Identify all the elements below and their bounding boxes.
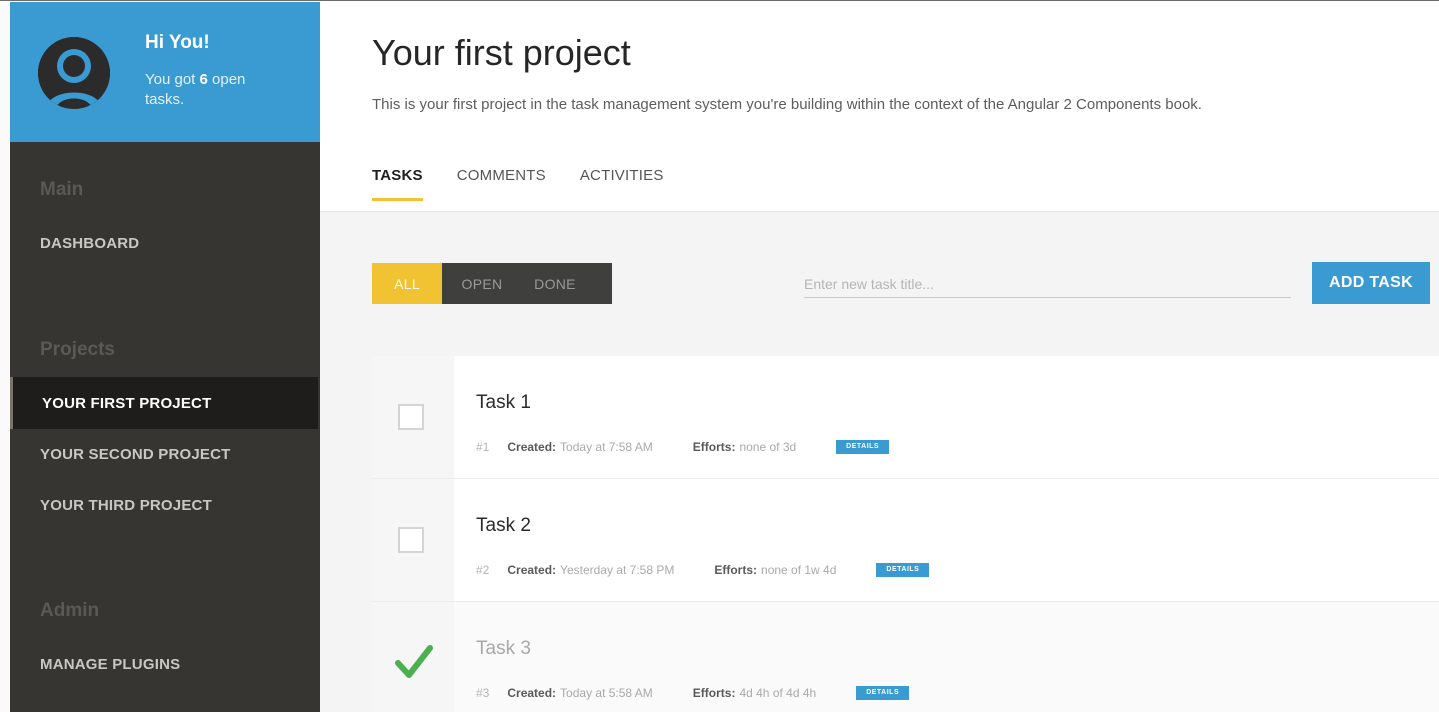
section-title-admin: Admin xyxy=(40,600,100,621)
filter-done-button[interactable]: DONE xyxy=(522,263,612,304)
nav-item-manage-plugins[interactable]: MANAGE PLUGINS xyxy=(10,638,318,690)
section-title-main: Main xyxy=(40,179,84,200)
task-check-cell xyxy=(372,479,454,601)
tab-tasks[interactable]: TASKS xyxy=(372,167,423,201)
project-description: This is your first project in the task m… xyxy=(372,96,1202,113)
efforts-value: 4d 4h of 4d 4h xyxy=(739,686,817,700)
project-header: Your first project This is your first pr… xyxy=(320,2,1439,212)
created-value: Today at 7:58 AM xyxy=(560,440,653,454)
task-check-cell xyxy=(372,356,454,478)
task-title: Task 1 xyxy=(476,392,531,413)
efforts-label: Efforts: xyxy=(692,440,736,454)
section-title-projects: Projects xyxy=(40,339,115,360)
main-content: Your first project This is your first pr… xyxy=(320,2,1439,712)
task-title: Task 3 xyxy=(476,638,531,659)
nav-item-your-first-project[interactable]: YOUR FIRST PROJECT xyxy=(10,377,318,429)
created-value: Today at 5:58 AM xyxy=(560,686,653,700)
task-title: Task 2 xyxy=(476,515,531,536)
task-check-cell xyxy=(372,602,454,712)
created-value: Yesterday at 7:58 PM xyxy=(560,563,675,577)
task-list: Task 1 #1 Created: Today at 7:58 AM Effo… xyxy=(372,356,1439,712)
tab-activities[interactable]: ACTIVITIES xyxy=(580,167,664,201)
details-button[interactable]: DETAILS xyxy=(856,686,910,700)
nav-item-your-third-project[interactable]: YOUR THIRD PROJECT xyxy=(10,479,318,531)
efforts-label: Efforts: xyxy=(692,686,736,700)
user-profile: Hi You! You got 6 open tasks. xyxy=(10,2,320,142)
filter-open-button[interactable]: OPEN xyxy=(442,263,522,304)
greeting-text: Hi You! xyxy=(145,32,210,53)
task-body: Task 3 #3 Created: Today at 5:58 AM Effo… xyxy=(454,602,1439,712)
efforts-label: Efforts: xyxy=(714,563,758,577)
efforts-value: none of 1w 4d xyxy=(761,563,837,577)
task-body: Task 2 #2 Created: Yesterday at 7:58 PM … xyxy=(454,479,1439,601)
task-number: #1 xyxy=(476,440,490,454)
task-meta: #1 Created: Today at 7:58 AM Efforts: no… xyxy=(476,440,890,454)
efforts-value: none of 3d xyxy=(739,440,797,454)
filter-all-button[interactable]: ALL xyxy=(372,263,442,304)
task-meta: #2 Created: Yesterday at 7:58 PM Efforts… xyxy=(476,563,930,577)
open-tasks-prefix: You got xyxy=(145,71,200,88)
avatar-icon[interactable] xyxy=(38,37,110,109)
details-button[interactable]: DETAILS xyxy=(836,440,890,454)
created-label: Created: xyxy=(507,440,557,454)
task-row: Task 3 #3 Created: Today at 5:58 AM Effo… xyxy=(372,602,1439,712)
nav-item-your-second-project[interactable]: YOUR SECOND PROJECT xyxy=(10,428,318,480)
created-label: Created: xyxy=(507,686,557,700)
task-filter-group: ALL OPEN DONE xyxy=(372,263,612,304)
task-number: #3 xyxy=(476,686,490,700)
details-button[interactable]: DETAILS xyxy=(876,563,930,577)
sidebar: Hi You! You got 6 open tasks. Main DASHB… xyxy=(0,2,320,712)
open-tasks-count: 6 xyxy=(199,71,208,88)
task-row: Task 1 #1 Created: Today at 7:58 AM Effo… xyxy=(372,356,1439,479)
task-meta: #3 Created: Today at 5:58 AM Efforts: 4d… xyxy=(476,686,910,700)
tab-bar: TASKS COMMENTS ACTIVITIES xyxy=(372,167,698,201)
task-body: Task 1 #1 Created: Today at 7:58 AM Effo… xyxy=(454,356,1439,478)
tab-comments[interactable]: COMMENTS xyxy=(457,167,546,201)
new-task-title-input[interactable] xyxy=(804,270,1291,298)
page-title: Your first project xyxy=(372,32,631,73)
task-checkbox[interactable] xyxy=(398,527,424,553)
add-task-button[interactable]: ADD TASK xyxy=(1312,262,1430,304)
task-checkbox[interactable] xyxy=(398,404,424,430)
task-number: #2 xyxy=(476,563,490,577)
created-label: Created: xyxy=(507,563,557,577)
nav-item-dashboard[interactable]: DASHBOARD xyxy=(10,217,318,269)
task-row: Task 2 #2 Created: Yesterday at 7:58 PM … xyxy=(372,479,1439,602)
open-tasks-message: You got 6 open tasks. xyxy=(145,70,275,110)
checkmark-icon[interactable] xyxy=(394,642,434,682)
